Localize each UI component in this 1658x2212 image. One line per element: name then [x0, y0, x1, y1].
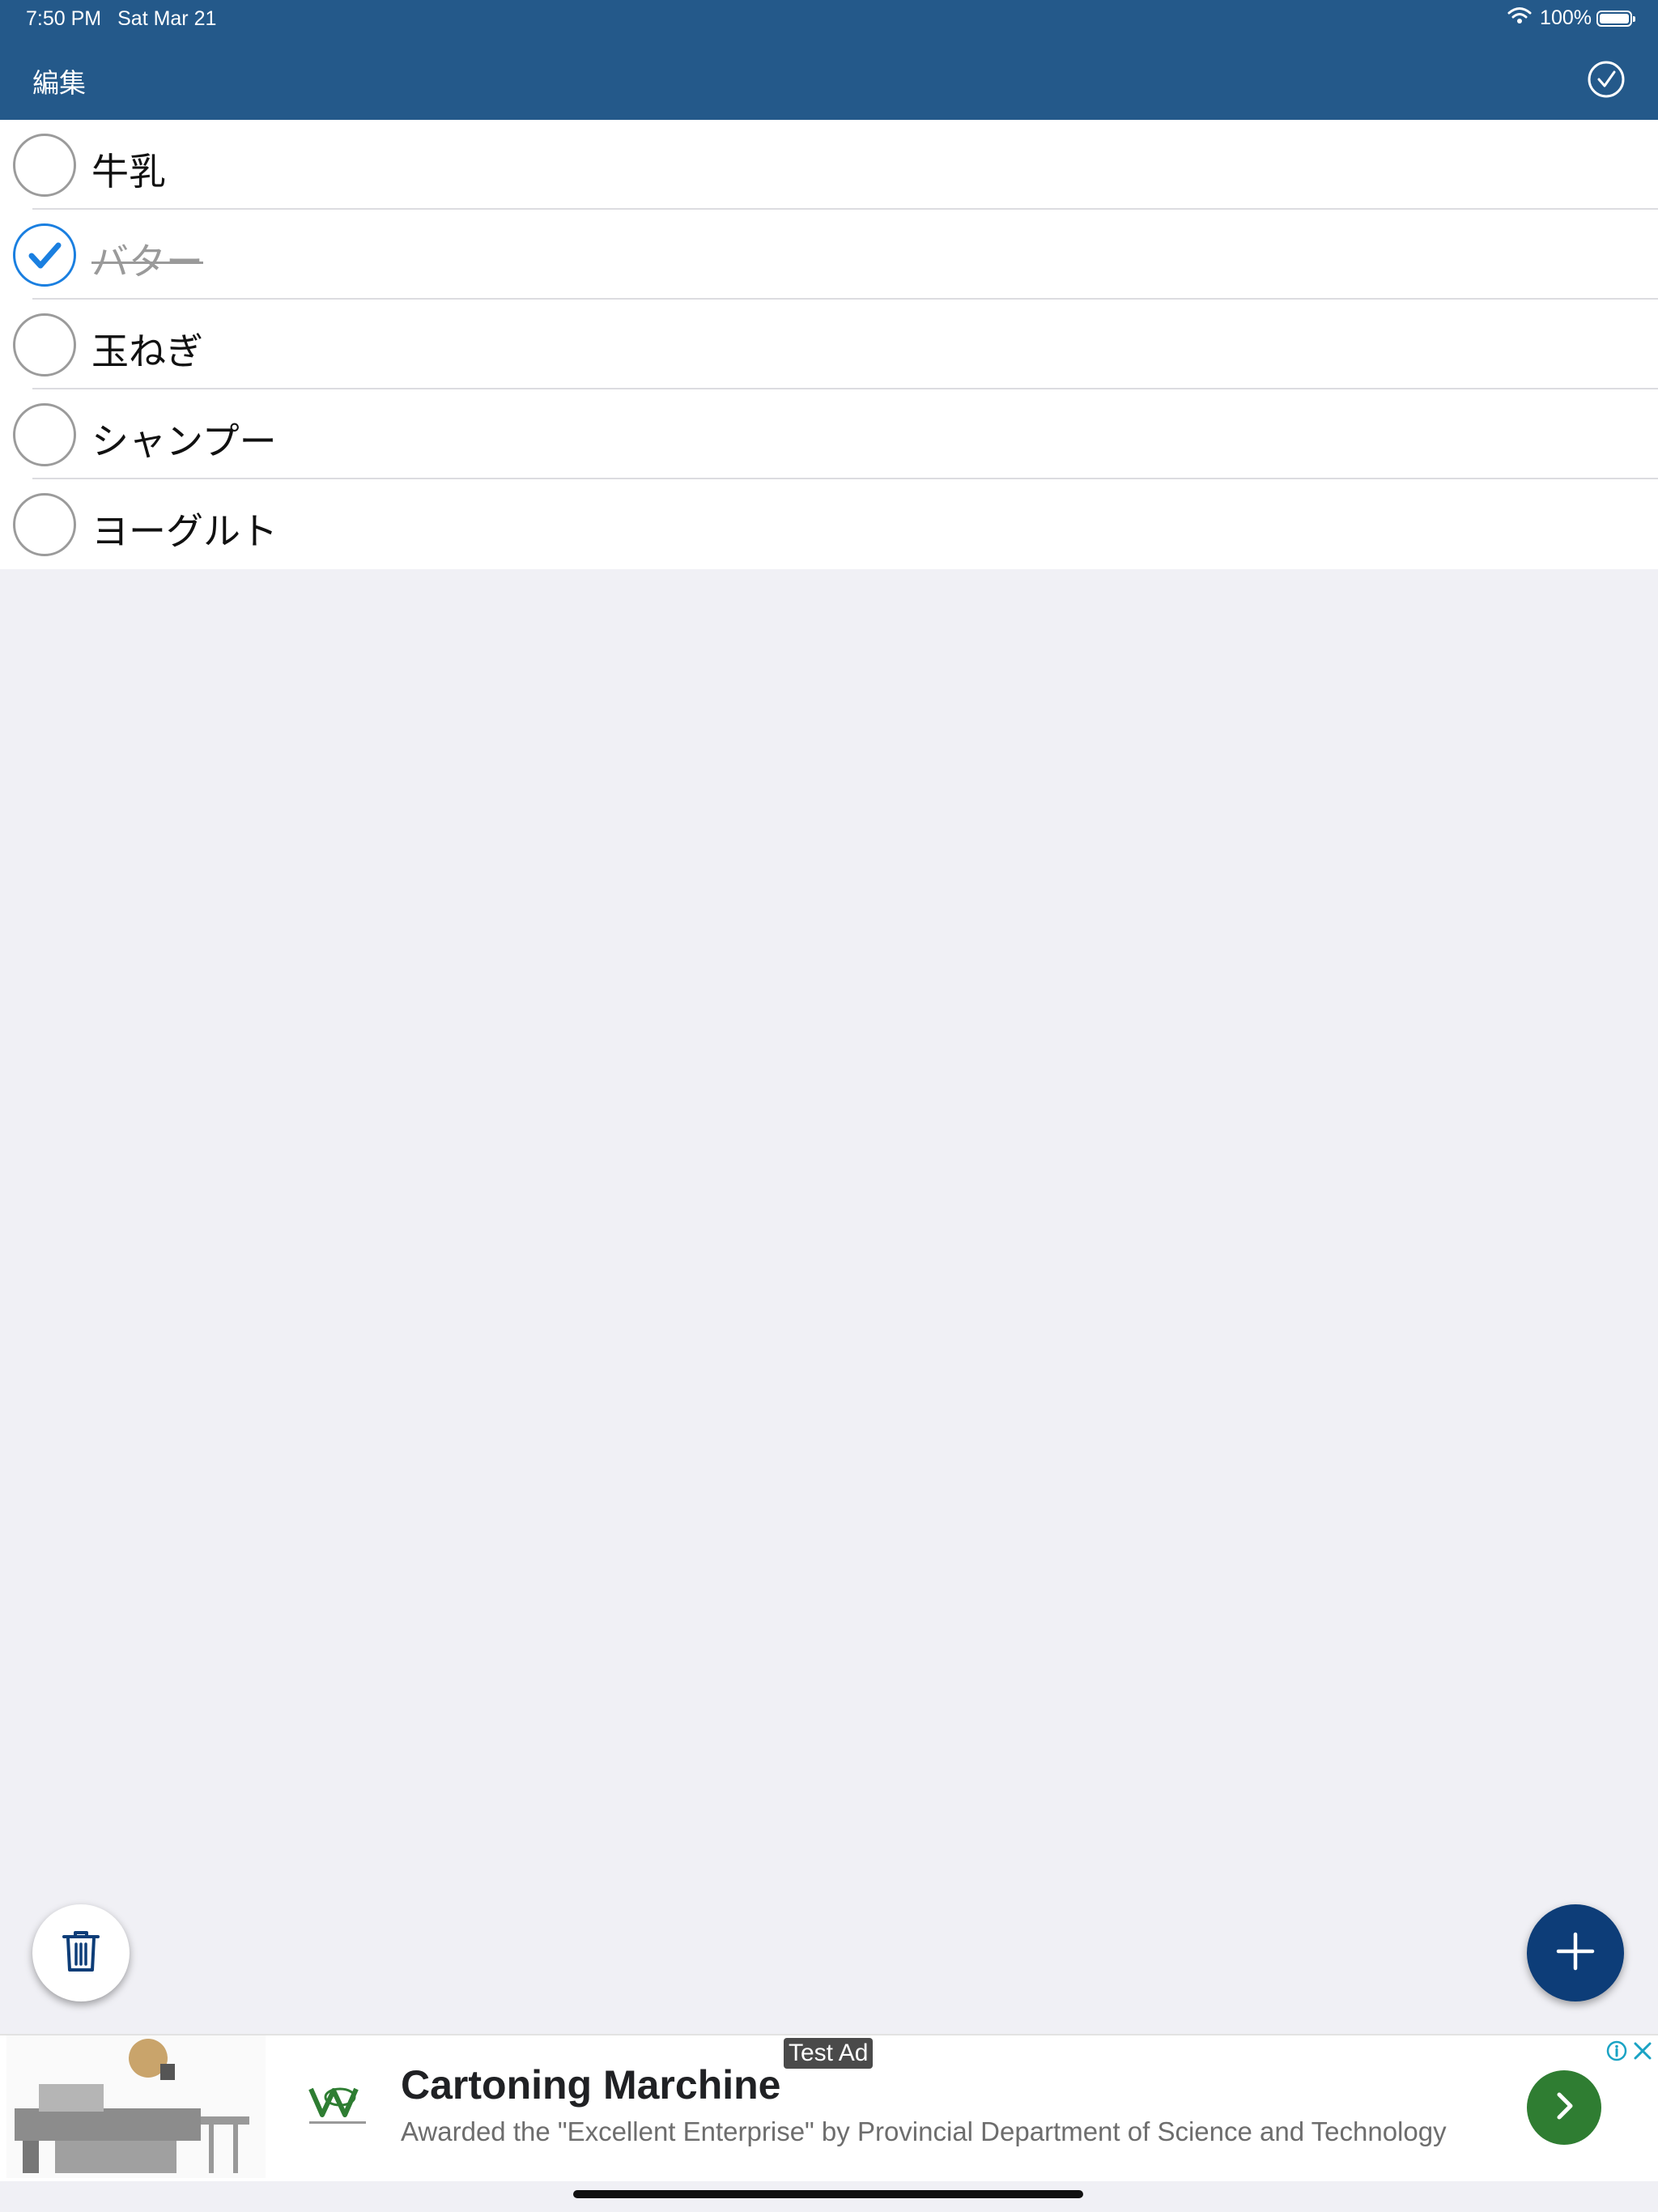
list-item[interactable]: ヨーグルト [0, 479, 1658, 569]
unchecked-circle-icon[interactable] [13, 493, 76, 556]
shopping-list: 牛乳 バター 玉ねぎ シャンプー ヨーグルト [0, 120, 1658, 569]
item-label: シャンプー [91, 419, 277, 463]
unchecked-circle-icon[interactable] [13, 403, 76, 466]
delete-button[interactable] [32, 1904, 130, 2001]
trash-icon [61, 1929, 101, 1977]
ad-product-image[interactable] [6, 2035, 266, 2178]
ad-cta-button[interactable] [1527, 2070, 1601, 2145]
status-time: 7:50 PM [26, 7, 102, 30]
item-label: 玉ねぎ [91, 330, 203, 373]
item-label: ヨーグルト [91, 509, 278, 553]
list-item[interactable]: バター [0, 210, 1658, 300]
edit-button[interactable]: 編集 [32, 62, 86, 100]
close-icon[interactable] [1632, 2040, 1653, 2061]
ad-description[interactable]: Awarded the "Excellent Enterprise" by Pr… [401, 2116, 1447, 2147]
unchecked-circle-icon[interactable] [13, 313, 76, 376]
unchecked-circle-icon[interactable] [13, 134, 76, 197]
list-item[interactable]: シャンプー [0, 389, 1658, 479]
item-label: バター [91, 240, 203, 283]
status-date: Sat Mar 21 [117, 7, 217, 30]
advertiser-logo [306, 2079, 379, 2128]
info-icon[interactable] [1606, 2040, 1627, 2061]
chevron-right-icon [1550, 2090, 1579, 2125]
battery-icon [1596, 10, 1635, 27]
status-indicators: 100% [1507, 6, 1635, 30]
status-time-date: 7:50 PM Sat Mar 21 [26, 7, 216, 31]
add-item-button[interactable] [1527, 1904, 1624, 2001]
checked-circle-icon[interactable] [13, 223, 76, 287]
home-indicator[interactable] [573, 2190, 1083, 2198]
item-label: 牛乳 [91, 150, 166, 194]
plus-icon [1555, 1931, 1596, 1975]
status-bar: 7:50 PM Sat Mar 21 100% [0, 0, 1658, 39]
wifi-icon [1507, 6, 1532, 30]
checkmark-circle-icon[interactable] [1587, 60, 1626, 99]
ad-banner[interactable]: Test Ad Cartoning Marchine Awarded the "… [0, 2034, 1658, 2181]
battery-percentage: 100% [1540, 6, 1592, 29]
nav-bar: 編集 [0, 39, 1658, 120]
list-item[interactable]: 牛乳 [0, 120, 1658, 210]
list-item[interactable]: 玉ねぎ [0, 300, 1658, 389]
test-ad-tag: Test Ad [784, 2038, 874, 2069]
ad-headline[interactable]: Cartoning Marchine [401, 2061, 780, 2108]
